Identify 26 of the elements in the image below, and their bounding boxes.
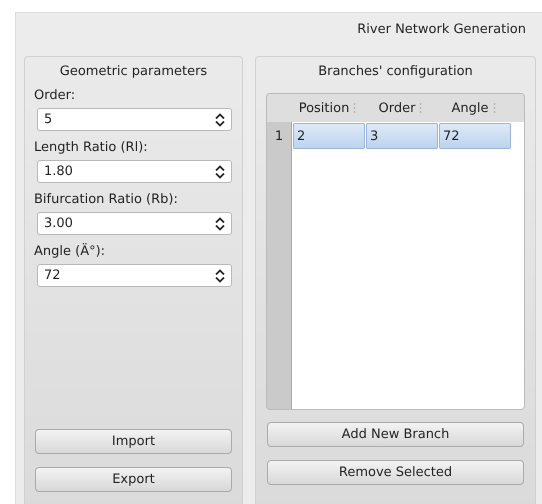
- column-header[interactable]: Order: [378, 100, 416, 116]
- field-label: Order:: [34, 87, 76, 105]
- up-down-arrows-icon: [215, 268, 225, 282]
- window-title: River Network Generation: [356, 21, 527, 39]
- row-header[interactable]: 1: [274, 128, 284, 144]
- panel-title: Geometric parameters: [58, 63, 208, 81]
- field-label: Length Ratio (Rl):: [34, 139, 149, 157]
- push-button[interactable]: Export: [35, 467, 232, 492]
- table-cell[interactable]: 3: [366, 123, 438, 149]
- field-label: Bifurcation Ratio (Rb):: [34, 191, 179, 209]
- spin-box[interactable]: 1.80: [37, 160, 232, 183]
- table-cell[interactable]: 72: [439, 123, 511, 149]
- field-label: Angle (Ä°):: [34, 242, 106, 261]
- column-header[interactable]: Position: [298, 100, 350, 116]
- column-header[interactable]: Angle: [452, 100, 488, 116]
- push-button[interactable]: Remove Selected: [267, 460, 524, 485]
- push-button[interactable]: Import: [35, 429, 232, 454]
- panel-title: Branches' configuration: [317, 63, 474, 81]
- spin-box[interactable]: 3.00: [37, 212, 232, 235]
- spin-box[interactable]: 5: [37, 108, 232, 131]
- spin-box[interactable]: 72: [37, 264, 232, 287]
- table-cell[interactable]: 2: [293, 123, 365, 149]
- up-down-arrows-icon: [215, 112, 225, 126]
- push-button[interactable]: Add New Branch: [267, 422, 524, 447]
- up-down-arrows-icon: [215, 216, 225, 230]
- up-down-arrows-icon: [215, 164, 225, 178]
